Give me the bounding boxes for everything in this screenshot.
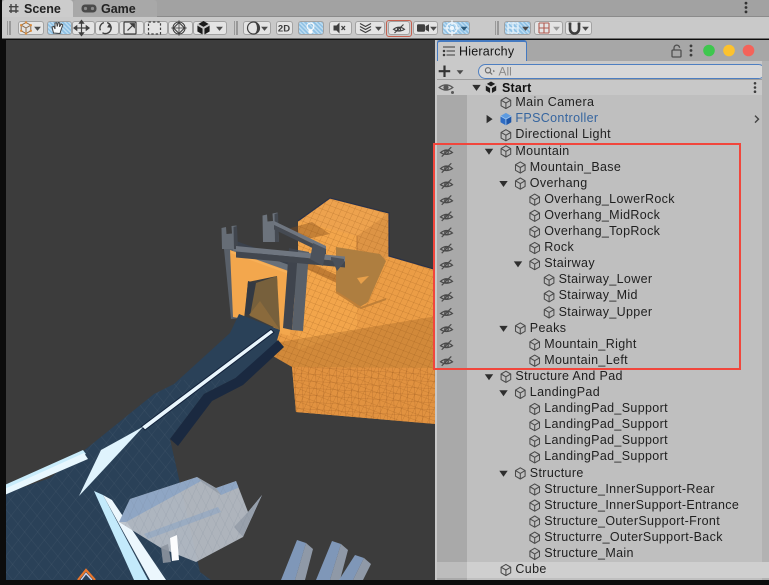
svg-text:Start: Start [502,81,532,95]
svg-text:Game: Game [101,2,136,16]
svg-text:Hierarchy: Hierarchy [459,45,515,59]
svg-text:2D: 2D [278,24,290,35]
svg-text:Scene: Scene [24,2,61,16]
svg-text:All: All [499,65,512,79]
